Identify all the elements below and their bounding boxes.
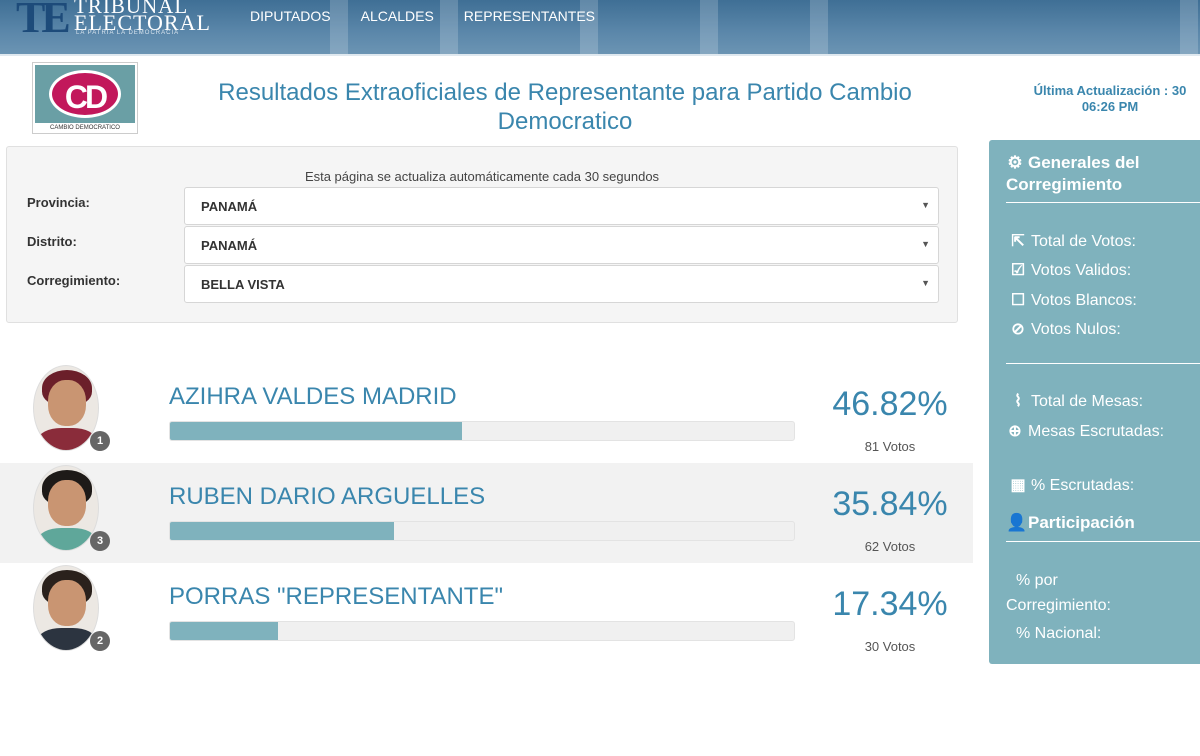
chevron-down-icon: ▼	[921, 239, 930, 249]
tribunal-electoral-logo[interactable]: TE TRIBUNAL ELECTORAL LA PATRIA LA DEMOC…	[16, 0, 226, 42]
pct-nacional-stat: % Nacional:	[1016, 625, 1102, 642]
paperclip-icon: ⌇	[1014, 393, 1022, 410]
filter-panel: Esta página se actualiza automáticamente…	[6, 146, 958, 323]
mesas-escrutadas-stat: ⊕ Mesas Escrutadas:	[1006, 419, 1186, 444]
pct-corregimiento-stat: % por Corregimiento:	[1006, 572, 1111, 614]
party-logo-subtext: CAMBIO DEMOCRATICO	[50, 125, 120, 131]
distrito-value: PANAMÁ	[201, 238, 258, 253]
vote-progress-bar	[169, 621, 795, 641]
candidate-name: PORRAS "REPRESENTANTE"	[169, 583, 503, 610]
divider	[1006, 541, 1200, 542]
total-votos-label: Total de Votos:	[1031, 233, 1136, 250]
stats-sidebar: ⚙ Generales del Corregimiento ⇱ Total de V…	[989, 140, 1200, 664]
votos-blancos-label: Votos Blancos:	[1031, 292, 1137, 309]
total-mesas-stat: ⌇ Total de Mesas:	[1009, 389, 1143, 414]
grid-icon: ▦	[1010, 477, 1026, 494]
candidate-row: 2 PORRAS "REPRESENTANTE" 17.34% 30 Votos	[0, 563, 973, 663]
nav-representantes[interactable]: REPRESENTANTES	[464, 8, 595, 24]
candidate-votes: 81 Votos	[864, 439, 916, 454]
votos-nulos-label: Votos Nulos:	[1031, 321, 1121, 338]
pct-escrutadas-stat: ▦ % Escrutadas:	[1009, 473, 1134, 498]
votos-validos-stat: ☑ Votos Validos:	[1009, 258, 1131, 283]
logo-tagline: LA PATRIA LA DEMOCRACIA	[76, 30, 180, 36]
square-icon: ☐	[1010, 292, 1026, 309]
divider	[1006, 202, 1200, 203]
page-title: Resultados Extraoficiales de Representan…	[218, 79, 912, 135]
mesas-escrutadas-label: Mesas Escrutadas:	[1028, 423, 1165, 440]
vote-progress-fill	[170, 522, 394, 540]
main-nav: DIPUTADOS ALCALDES REPRESENTANTES	[250, 8, 595, 24]
chevron-down-icon: ▼	[921, 278, 930, 288]
provincia-label: Provincia:	[27, 195, 90, 210]
last-update: Última Actualización : 30 06:26 PM	[1010, 83, 1200, 115]
distrito-select[interactable]: PANAMÁ ▼	[184, 226, 939, 264]
candidate-photo	[33, 365, 99, 451]
ban-icon: ⊘	[1011, 321, 1025, 338]
candidate-votes: 62 Votos	[864, 539, 916, 554]
last-update-time: 06:26 PM	[1081, 99, 1139, 114]
candidate-number-badge: 3	[90, 531, 110, 551]
party-logo: CD CAMBIO DEMOCRATICO	[32, 62, 138, 134]
candidate-number-badge: 1	[90, 431, 110, 451]
vote-progress-fill	[170, 622, 279, 640]
candidate-percent: 35.84%	[832, 485, 948, 523]
candidate-votes: 30 Votos	[864, 639, 916, 654]
te-logo-mark: TE	[16, 0, 71, 42]
pct-escrutadas-label: % Escrutadas:	[1031, 477, 1135, 494]
vote-progress-bar	[169, 421, 795, 441]
candidate-number-badge: 2	[90, 631, 110, 651]
provincia-select[interactable]: PANAMÁ ▼	[184, 187, 939, 225]
top-navbar: TE TRIBUNAL ELECTORAL LA PATRIA LA DEMOC…	[0, 0, 1200, 56]
total-mesas-label: Total de Mesas:	[1031, 393, 1144, 410]
nav-alcaldes[interactable]: ALCALDES	[361, 8, 434, 24]
check-square-icon: ☑	[1010, 262, 1026, 279]
chevron-down-icon: ▼	[921, 200, 930, 210]
share-icon: ⇱	[1011, 233, 1025, 250]
votos-nulos-stat: ⊘ Votos Nulos:	[1009, 317, 1121, 342]
search-plus-icon: ⊕	[1008, 423, 1022, 440]
participacion-heading: 👤Participación	[1006, 512, 1200, 534]
corregimiento-label: Corregimiento:	[27, 273, 121, 288]
user-icon: 👤	[1006, 513, 1028, 532]
votos-validos-label: Votos Validos:	[1031, 262, 1132, 279]
vote-progress-fill	[170, 422, 463, 440]
total-votos-stat: ⇱ Total de Votos:	[1009, 229, 1136, 254]
gear-icon: ⚙	[1007, 153, 1023, 172]
provincia-value: PANAMÁ	[201, 199, 258, 214]
nav-diputados[interactable]: DIPUTADOS	[250, 8, 331, 24]
last-update-label: Última Actualización : 30	[1033, 83, 1187, 98]
votos-blancos-stat: ☐ Votos Blancos:	[1009, 288, 1137, 313]
party-logo-text: CD	[64, 79, 108, 115]
corregimiento-select[interactable]: BELLA VISTA ▼	[184, 265, 939, 303]
generales-title: Generales del Corregimiento	[1006, 153, 1140, 194]
candidate-name: RUBEN DARIO ARGUELLES	[169, 483, 486, 510]
candidate-percent: 17.34%	[832, 585, 948, 623]
candidate-row: 3 RUBEN DARIO ARGUELLES 35.84% 62 Votos	[0, 463, 973, 563]
candidate-name: AZIHRA VALDES MADRID	[169, 383, 457, 410]
auto-refresh-note: Esta página se actualiza automáticamente…	[304, 169, 660, 184]
candidate-row: 1 AZIHRA VALDES MADRID 46.82% 81 Votos	[0, 363, 973, 463]
corregimiento-value: BELLA VISTA	[201, 277, 285, 292]
candidate-percent: 46.82%	[832, 385, 948, 423]
participacion-title: Participación	[1028, 513, 1135, 532]
generales-heading: ⚙ Generales del Corregimiento	[1006, 152, 1200, 196]
distrito-label: Distrito:	[27, 234, 77, 249]
vote-progress-bar	[169, 521, 795, 541]
divider	[1006, 363, 1200, 364]
candidate-photo	[33, 565, 99, 651]
candidate-photo	[33, 465, 99, 551]
